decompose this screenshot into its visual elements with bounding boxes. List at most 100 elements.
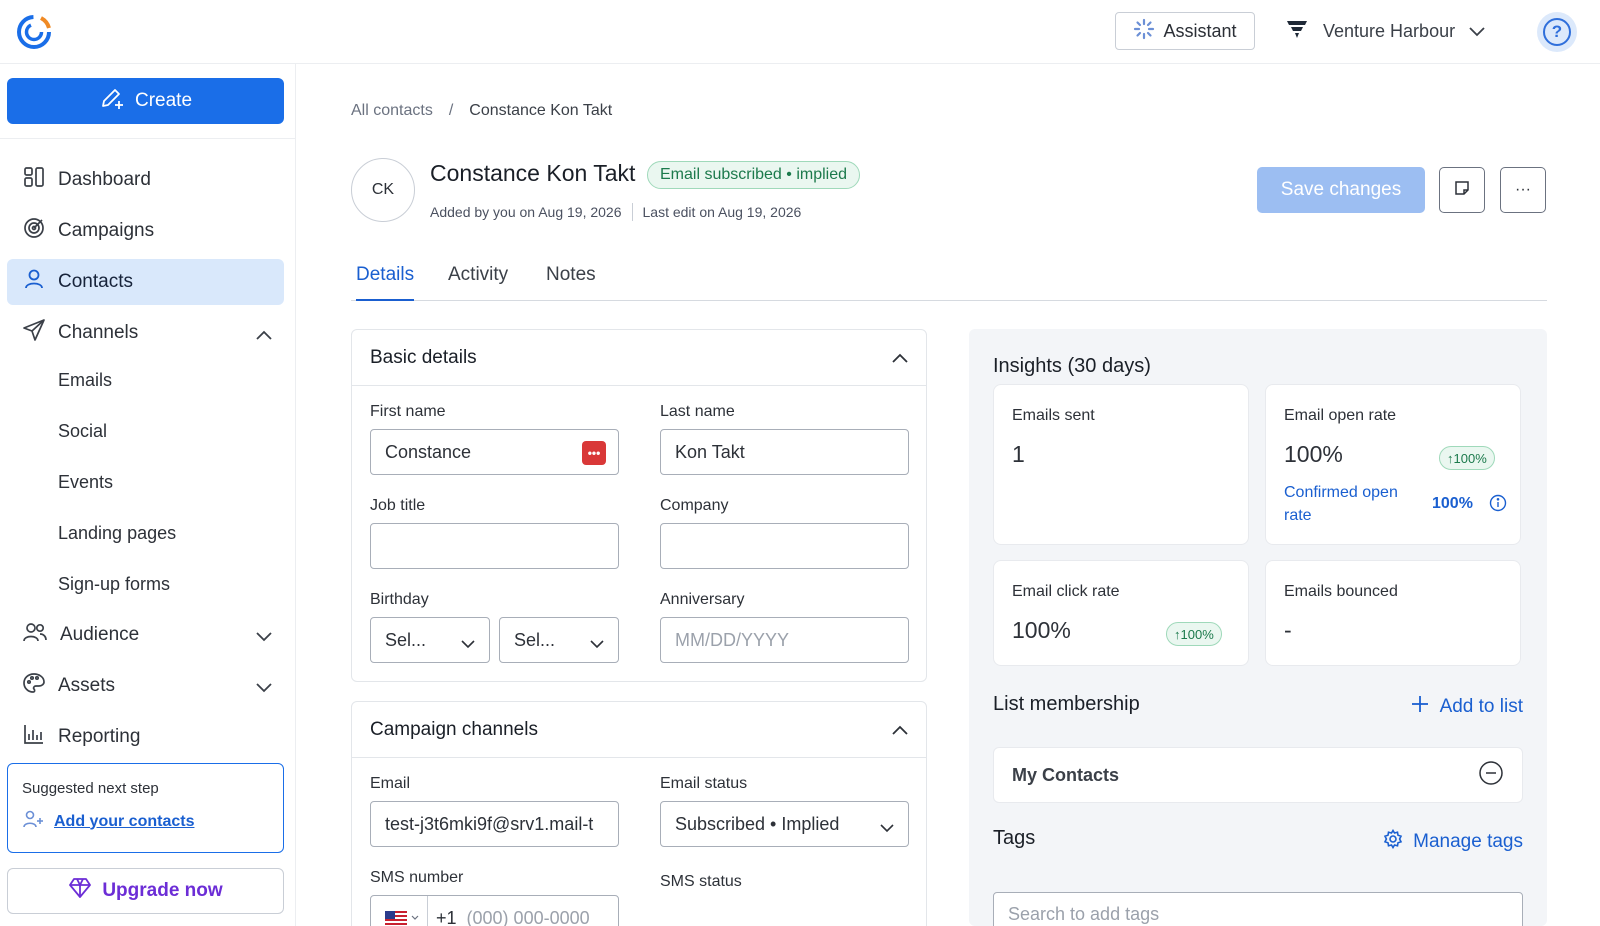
- help-button[interactable]: ?: [1537, 12, 1577, 52]
- chevron-up-icon: [256, 324, 272, 346]
- sidebar-item-contacts[interactable]: Contacts: [7, 259, 284, 305]
- email-status-select[interactable]: Subscribed • Implied: [660, 801, 909, 847]
- remove-circle-icon[interactable]: [1478, 760, 1504, 791]
- account-switcher[interactable]: Venture Harbour: [1285, 12, 1485, 50]
- sidebar-subitem-emails[interactable]: Emails: [58, 370, 112, 391]
- tag-search-input[interactable]: Search to add tags: [993, 892, 1523, 926]
- manage-tags-button[interactable]: Manage tags: [1383, 828, 1523, 855]
- bounced-value: -: [1284, 617, 1292, 643]
- click-rate-delta-badge: ↑100%: [1166, 622, 1222, 646]
- breadcrumb-current: Constance Kon Takt: [469, 102, 613, 119]
- last-edit-text: Last edit on Aug 19, 2026: [642, 204, 802, 220]
- palette-icon: [22, 671, 46, 701]
- campaign-channels-card: Campaign channels Email test-j3t6mki9f@s…: [351, 701, 927, 926]
- suggested-title: Suggested next step: [22, 780, 159, 797]
- account-logo-icon: [1285, 18, 1309, 45]
- anniversary-placeholder: MM/DD/YYYY: [675, 629, 790, 650]
- sidebar-subitem-landing-pages[interactable]: Landing pages: [58, 523, 176, 544]
- gear-icon: [1383, 828, 1403, 855]
- tab-activity[interactable]: Activity: [448, 264, 508, 301]
- sidebar-item-assets[interactable]: Assets: [7, 663, 284, 709]
- target-icon: [22, 216, 46, 246]
- country-select[interactable]: [371, 896, 428, 926]
- sidebar-item-channels[interactable]: Channels: [7, 310, 284, 356]
- job-title-field[interactable]: [370, 523, 619, 569]
- sidebar-item-campaigns[interactable]: Campaigns: [7, 208, 284, 254]
- birthday-day-select[interactable]: Sel...: [499, 617, 619, 663]
- birthday-month-select[interactable]: Sel...: [370, 617, 490, 663]
- add-to-list-label: Add to list: [1439, 696, 1523, 717]
- add-contacts-label: Add your contacts: [54, 812, 195, 830]
- chevron-down-icon: [256, 626, 272, 648]
- anniversary-label: Anniversary: [660, 591, 745, 608]
- paper-plane-icon: [22, 318, 46, 348]
- bounced-card: Emails bounced -: [1265, 560, 1521, 666]
- last-name-field[interactable]: Kon Takt: [660, 429, 909, 475]
- breadcrumb-separator: /: [448, 102, 454, 119]
- add-to-list-button[interactable]: Add to list: [1410, 694, 1523, 720]
- bar-chart-icon: [22, 722, 46, 752]
- campaign-channels-header[interactable]: Campaign channels: [352, 702, 926, 758]
- company-field[interactable]: [660, 523, 909, 569]
- meta-divider: [631, 203, 633, 221]
- sms-number-field[interactable]: +1 (000) 000-0000: [370, 895, 619, 926]
- sidebar-item-dashboard[interactable]: Dashboard: [7, 157, 284, 203]
- last-name-value: Kon Takt: [675, 441, 745, 462]
- breadcrumb-all-contacts[interactable]: All contacts: [351, 102, 433, 120]
- create-button[interactable]: Create: [7, 78, 284, 124]
- first-name-field[interactable]: Constance •••: [370, 429, 619, 475]
- sidebar-item-label: Contacts: [58, 271, 133, 292]
- list-item: My Contacts: [993, 747, 1523, 803]
- suggested-next-step: Suggested next step Add your contacts: [7, 763, 284, 853]
- page-title: Constance Kon Takt: [430, 160, 636, 186]
- confirmed-open-rate-value: 100%: [1432, 495, 1473, 512]
- anniversary-field[interactable]: MM/DD/YYYY: [660, 617, 909, 663]
- chevron-down-icon: [411, 915, 419, 920]
- save-changes-button[interactable]: Save changes: [1257, 167, 1425, 213]
- sidebar: Create Dashboard Campaigns Contacts Chan…: [0, 64, 296, 926]
- sidebar-subitem-signup-forms[interactable]: Sign-up forms: [58, 574, 170, 595]
- more-options-button[interactable]: ···: [1500, 167, 1546, 213]
- note-button[interactable]: [1439, 167, 1485, 213]
- upgrade-button[interactable]: Upgrade now: [7, 868, 284, 914]
- click-rate-value: 100%: [1012, 617, 1071, 643]
- confirmed-open-rate-link[interactable]: Confirmed open rate: [1284, 481, 1424, 527]
- info-icon[interactable]: [1489, 494, 1507, 517]
- open-rate-value: 100%: [1284, 441, 1343, 467]
- password-manager-icon[interactable]: •••: [582, 441, 606, 465]
- basic-details-header[interactable]: Basic details: [352, 330, 926, 386]
- sidebar-subitem-social[interactable]: Social: [58, 421, 107, 442]
- open-rate-label: Email open rate: [1284, 407, 1397, 424]
- insights-title: Insights (30 days): [993, 355, 1151, 377]
- us-flag-icon: [385, 911, 407, 925]
- open-rate-card: Email open rate 100% ↑100% Confirmed ope…: [1265, 384, 1521, 545]
- sidebar-item-reporting[interactable]: Reporting: [7, 714, 284, 760]
- add-contacts-link[interactable]: Add your contacts: [22, 809, 269, 834]
- breadcrumb: All contacts / Constance Kon Takt: [351, 102, 612, 120]
- create-label: Create: [134, 90, 193, 111]
- bounced-label: Emails bounced: [1284, 583, 1398, 600]
- diamond-icon: [68, 877, 92, 905]
- added-by-text: Added by you on Aug 19, 2026: [430, 204, 622, 220]
- card-title: Campaign channels: [370, 718, 538, 740]
- birthday-month-value: Sel...: [385, 629, 427, 650]
- basic-details-card: Basic details First name Constance ••• L…: [351, 329, 927, 682]
- question-mark-icon: ?: [1543, 18, 1571, 46]
- emails-sent-card: Emails sent 1: [993, 384, 1249, 545]
- click-rate-card: Email click rate 100% ↑100%: [993, 560, 1249, 666]
- sparkle-icon: [1133, 18, 1155, 45]
- chevron-down-icon: [590, 633, 604, 654]
- email-field[interactable]: test-j3t6mki9f@srv1.mail-t: [370, 801, 619, 847]
- tags-title: Tags: [993, 827, 1036, 849]
- last-name-label: Last name: [660, 403, 735, 420]
- assistant-button[interactable]: Assistant: [1115, 12, 1255, 50]
- sidebar-divider: [0, 138, 295, 139]
- tab-notes[interactable]: Notes: [546, 264, 596, 301]
- birthday-label: Birthday: [370, 591, 429, 608]
- sidebar-subitem-events[interactable]: Events: [58, 472, 113, 493]
- tab-details[interactable]: Details: [356, 264, 415, 301]
- tag-search-placeholder: Search to add tags: [1008, 903, 1160, 924]
- sidebar-item-audience[interactable]: Audience: [7, 612, 284, 658]
- app-logo-icon[interactable]: [14, 12, 54, 52]
- insights-panel: Insights (30 days) Emails sent 1 Email o…: [969, 329, 1547, 926]
